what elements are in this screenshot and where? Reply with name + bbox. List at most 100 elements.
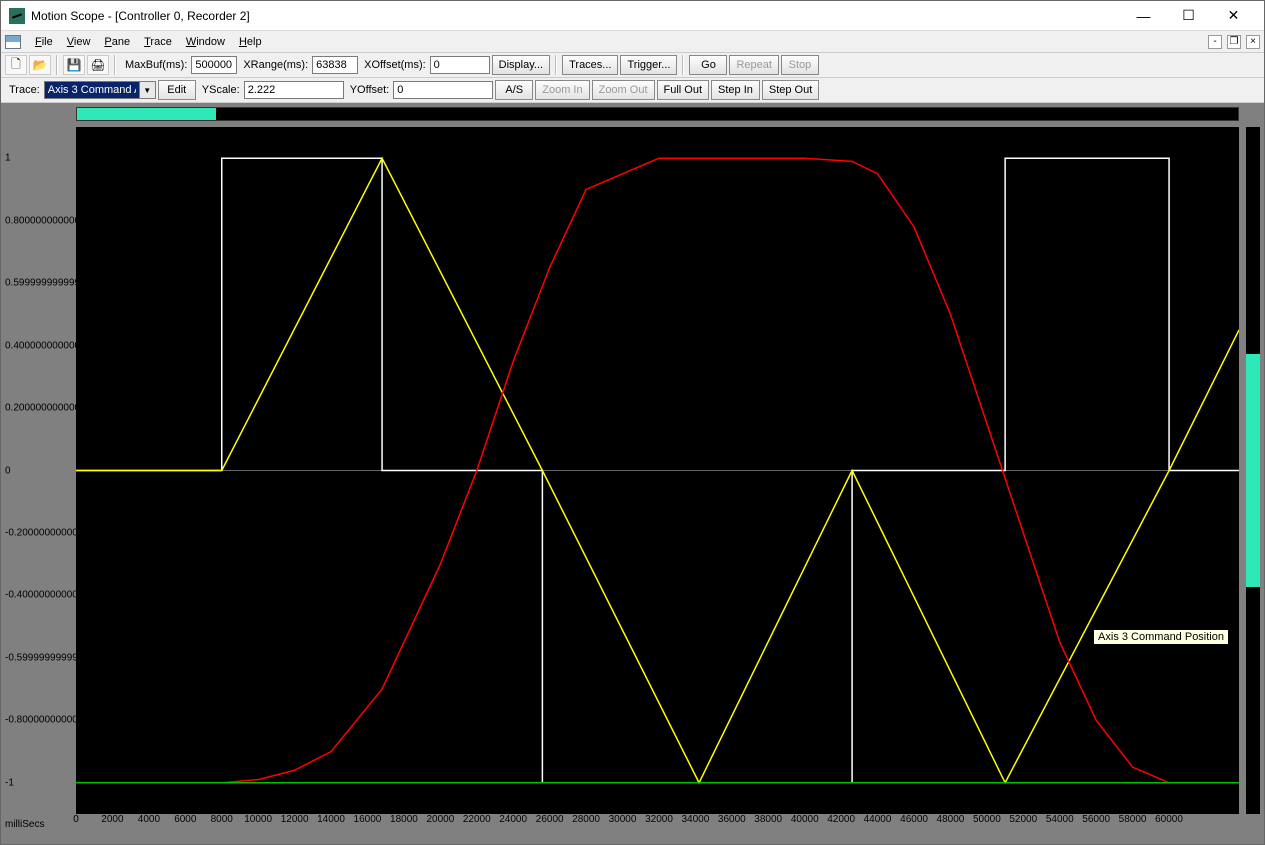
toolbar-trace: Trace: ▼ Edit YScale: YOffset: A/S Zoom … [1, 78, 1264, 103]
yoffset-input[interactable] [393, 81, 493, 99]
x-tick: 16000 [354, 814, 382, 825]
curves-svg [76, 127, 1239, 814]
new-button[interactable] [5, 55, 27, 75]
xoffset-label: XOffset(ms): [364, 59, 426, 71]
maxbuf-label: MaxBuf(ms): [125, 59, 187, 71]
traces-button[interactable]: Traces... [562, 55, 618, 75]
x-tick: 24000 [499, 814, 527, 825]
minimize-button[interactable]: — [1121, 2, 1166, 30]
mdi-restore-icon[interactable]: ❐ [1227, 35, 1241, 49]
x-tick: 2000 [101, 814, 123, 825]
x-tick: 58000 [1119, 814, 1147, 825]
open-button[interactable] [29, 55, 51, 75]
window-title: Motion Scope - [Controller 0, Recorder 2… [31, 9, 1121, 23]
x-tick: 34000 [682, 814, 710, 825]
x-tick: 14000 [317, 814, 345, 825]
x-tick: 0 [73, 814, 79, 825]
yscale-input[interactable] [244, 81, 344, 99]
x-axis-label: milliSecs [5, 819, 44, 830]
x-axis-ticks: 0200040006000800010000120001400016000180… [76, 814, 1239, 830]
x-tick: 48000 [937, 814, 965, 825]
trigger-button[interactable]: Trigger... [620, 55, 677, 75]
right-indicator [1246, 354, 1260, 588]
y-tick: -0.800000000000004441 [1, 715, 76, 726]
trace-dropdown-icon[interactable]: ▼ [140, 81, 156, 99]
menu-bar: File View Pane Trace Window Help - ❐ × [1, 31, 1264, 53]
yoffset-label: YOffset: [350, 84, 390, 96]
x-tick: 46000 [900, 814, 928, 825]
y-tick: -0.200000000000000111 [1, 527, 76, 538]
menu-help[interactable]: Help [233, 34, 268, 50]
x-tick: 18000 [390, 814, 418, 825]
y-tick: 0.800000000000004441 [1, 215, 76, 226]
x-tick: 56000 [1082, 814, 1110, 825]
yscale-label: YScale: [202, 84, 240, 96]
xrange-label: XRange(ms): [243, 59, 308, 71]
edit-button[interactable]: Edit [158, 80, 196, 100]
x-tick: 50000 [973, 814, 1001, 825]
toolbar-main: MaxBuf(ms): XRange(ms): XOffset(ms): Dis… [1, 53, 1264, 78]
menu-file[interactable]: File [29, 34, 59, 50]
x-tick: 20000 [426, 814, 454, 825]
x-tick: 30000 [609, 814, 637, 825]
y-axis-ticks: 1 0.800000000000004441 0.59999999999999977… [1, 127, 76, 814]
menu-app-icon [5, 35, 21, 49]
nav-viewport[interactable] [77, 108, 216, 120]
mdi-close-icon[interactable]: × [1246, 35, 1260, 49]
close-button[interactable]: ✕ [1211, 2, 1256, 30]
stepout-button[interactable]: Step Out [762, 80, 819, 100]
x-tick: 8000 [211, 814, 233, 825]
y-tick: 1 [1, 153, 76, 164]
app-icon [9, 8, 25, 24]
x-tick: 54000 [1046, 814, 1074, 825]
y-tick: 0.400000000000000222 [1, 340, 76, 351]
title-bar: Motion Scope - [Controller 0, Recorder 2… [1, 1, 1264, 31]
plot-canvas[interactable]: Axis 3 Command Position [76, 127, 1239, 814]
display-button[interactable]: Display... [492, 55, 550, 75]
menu-view[interactable]: View [61, 34, 97, 50]
zoomout-button[interactable]: Zoom Out [592, 80, 655, 100]
x-tick: 4000 [138, 814, 160, 825]
x-tick: 42000 [827, 814, 855, 825]
fullout-button[interactable]: Full Out [657, 80, 710, 100]
y-tick: -1 [1, 777, 76, 788]
x-tick: 10000 [244, 814, 272, 825]
x-tick: 44000 [864, 814, 892, 825]
trace-label: Trace: [9, 84, 40, 96]
y-tick: -0.400000000000000222 [1, 590, 76, 601]
y-tick: 0.200000000000000111 [1, 403, 76, 414]
as-button[interactable]: A/S [495, 80, 533, 100]
menu-pane[interactable]: Pane [98, 34, 136, 50]
mdi-minimize-icon[interactable]: - [1208, 35, 1222, 49]
menu-window[interactable]: Window [180, 34, 231, 50]
repeat-button[interactable]: Repeat [729, 55, 778, 75]
stop-button[interactable]: Stop [781, 55, 819, 75]
x-tick: 22000 [463, 814, 491, 825]
maximize-button[interactable]: ☐ [1166, 2, 1211, 30]
x-tick: 52000 [1009, 814, 1037, 825]
x-tick: 12000 [281, 814, 309, 825]
y-tick: -0.599999999999999778 [1, 652, 76, 663]
trace-select[interactable] [44, 81, 140, 99]
right-indicator-bar [1246, 127, 1260, 814]
y-tick: 0.599999999999999778 [1, 278, 76, 289]
x-tick: 60000 [1155, 814, 1183, 825]
maxbuf-input[interactable] [191, 56, 237, 74]
y-tick: 0 [1, 465, 76, 476]
print-button[interactable] [87, 55, 109, 75]
x-tick: 28000 [572, 814, 600, 825]
stepin-button[interactable]: Step In [711, 80, 760, 100]
xrange-input[interactable] [312, 56, 358, 74]
save-button[interactable] [63, 55, 85, 75]
x-tick: 32000 [645, 814, 673, 825]
zoomin-button[interactable]: Zoom In [535, 80, 589, 100]
xoffset-input[interactable] [430, 56, 490, 74]
menu-trace[interactable]: Trace [138, 34, 178, 50]
nav-strip[interactable] [76, 107, 1239, 121]
plot-area: 1 0.800000000000004441 0.59999999999999977… [1, 103, 1264, 844]
x-tick: 36000 [718, 814, 746, 825]
x-tick: 38000 [754, 814, 782, 825]
x-tick: 40000 [791, 814, 819, 825]
go-button[interactable]: Go [689, 55, 727, 75]
x-tick: 26000 [536, 814, 564, 825]
